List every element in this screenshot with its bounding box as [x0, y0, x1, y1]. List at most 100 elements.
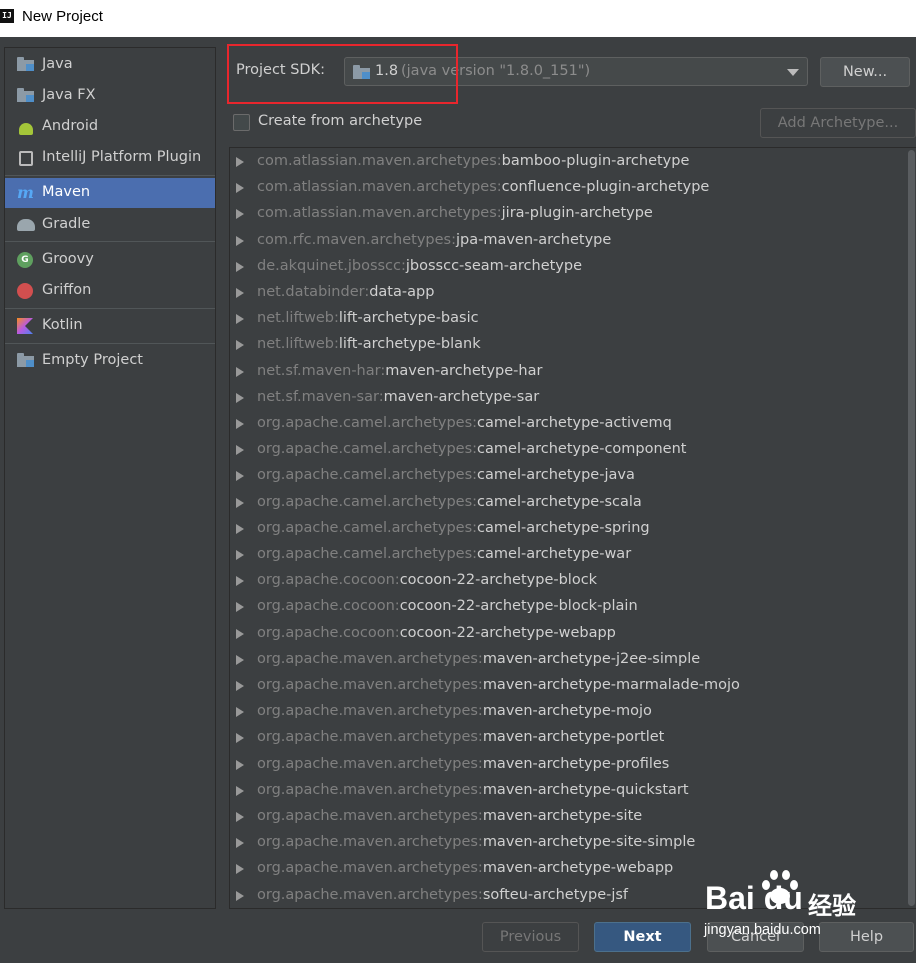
new-sdk-button[interactable]: New...	[820, 57, 910, 87]
list-item[interactable]: org.apache.maven.archetypes:maven-archet…	[230, 778, 906, 804]
expand-arrow-icon[interactable]	[236, 497, 244, 508]
archetype-group-id: org.apache.camel.archetypes:	[257, 441, 478, 458]
list-item[interactable]: org.apache.cocoon:cocoon-22-archetype-bl…	[230, 594, 906, 620]
expand-arrow-icon[interactable]	[236, 602, 244, 613]
list-item[interactable]: org.apache.camel.archetypes:camel-archet…	[230, 411, 906, 437]
sidebar-divider	[5, 308, 215, 309]
archetype-label: org.apache.camel.archetypes:camel-archet…	[257, 441, 686, 457]
expand-arrow-icon[interactable]	[236, 864, 244, 875]
list-item[interactable]: net.liftweb:lift-archetype-basic	[230, 306, 906, 332]
groovy-icon: G	[17, 252, 34, 268]
expand-arrow-icon[interactable]	[236, 576, 244, 587]
list-item[interactable]: com.atlassian.maven.archetypes:jira-plug…	[230, 201, 906, 227]
list-item[interactable]: net.sf.maven-sar:maven-archetype-sar	[230, 385, 906, 411]
list-item[interactable]: de.akquinet.jbosscc:jbosscc-seam-archety…	[230, 254, 906, 280]
archetype-artifact-id: maven-archetype-webapp	[482, 860, 674, 877]
expand-arrow-icon[interactable]	[236, 785, 244, 796]
list-item[interactable]: org.apache.camel.archetypes:camel-archet…	[230, 463, 906, 489]
expand-arrow-icon[interactable]	[236, 366, 244, 377]
list-item[interactable]: org.apache.maven.archetypes:maven-archet…	[230, 647, 906, 673]
expand-arrow-icon[interactable]	[236, 707, 244, 718]
list-item[interactable]: org.apache.maven.archetypes:maven-archet…	[230, 673, 906, 699]
expand-arrow-icon[interactable]	[236, 261, 244, 272]
archetype-artifact-id: maven-archetype-mojo	[482, 703, 652, 720]
archetype-artifact-id: lift-archetype-basic	[338, 310, 479, 327]
archetype-group-id: de.akquinet.jbosscc:	[257, 257, 406, 274]
sidebar-item-label: Kotlin	[42, 317, 83, 333]
expand-arrow-icon[interactable]	[236, 235, 244, 246]
expand-arrow-icon[interactable]	[236, 392, 244, 403]
expand-arrow-icon[interactable]	[236, 157, 244, 167]
archetype-group-id: org.apache.camel.archetypes:	[257, 519, 478, 536]
archetype-group-id: net.sf.maven-sar:	[257, 388, 384, 405]
archetype-group-id: net.liftweb:	[257, 310, 339, 327]
list-item[interactable]: org.apache.maven.archetypes:maven-archet…	[230, 725, 906, 751]
expand-arrow-icon[interactable]	[236, 681, 244, 691]
list-item[interactable]: org.apache.maven.archetypes:maven-archet…	[230, 752, 906, 778]
archetype-group-id: org.apache.cocoon:	[257, 624, 400, 641]
archetype-group-id: org.apache.camel.archetypes:	[257, 546, 478, 562]
sidebar-item-intellij-platform-plugin[interactable]: IntelliJ Platform Plugin	[5, 143, 215, 173]
archetype-list[interactable]: com.atlassian.maven.archetypes:bamboo-pl…	[229, 147, 916, 909]
list-item[interactable]: org.apache.camel.archetypes:camel-archet…	[230, 542, 906, 568]
sidebar-item-label: Griffon	[42, 282, 92, 298]
sidebar-item-gradle[interactable]: Gradle	[5, 210, 215, 240]
expand-arrow-icon[interactable]	[236, 209, 244, 220]
list-item[interactable]: org.apache.maven.archetypes:maven-archet…	[230, 830, 906, 856]
expand-arrow-icon[interactable]	[236, 838, 244, 849]
sidebar-item-empty-project[interactable]: Empty Project	[5, 346, 215, 376]
list-item[interactable]: org.apache.cocoon:cocoon-22-archetype-we…	[230, 621, 906, 647]
expand-arrow-icon[interactable]	[236, 314, 244, 325]
list-item[interactable]: net.liftweb:lift-archetype-blank	[230, 332, 906, 358]
list-item[interactable]: com.atlassian.maven.archetypes:bamboo-pl…	[230, 149, 906, 175]
scrollbar-thumb[interactable]	[908, 150, 915, 906]
previous-button[interactable]: Previous	[482, 922, 579, 952]
sidebar-item-maven[interactable]: m Maven	[5, 178, 215, 208]
list-item[interactable]: org.apache.camel.archetypes:camel-archet…	[230, 437, 906, 463]
archetype-group-id: org.apache.maven.archetypes:	[257, 755, 483, 772]
expand-arrow-icon[interactable]	[236, 523, 244, 534]
create-from-archetype-checkbox[interactable]	[233, 114, 250, 131]
archetype-group-id: org.apache.maven.archetypes:	[257, 650, 483, 667]
list-item[interactable]: org.apache.cocoon:cocoon-22-archetype-bl…	[230, 568, 906, 594]
create-from-archetype-label[interactable]: Create from archetype	[258, 113, 422, 129]
list-item[interactable]: com.atlassian.maven.archetypes:confluenc…	[230, 175, 906, 201]
archetype-label: org.apache.cocoon:cocoon-22-archetype-bl…	[257, 598, 638, 614]
expand-arrow-icon[interactable]	[236, 183, 244, 194]
sidebar-item-kotlin[interactable]: Kotlin	[5, 311, 215, 341]
expand-arrow-icon[interactable]	[236, 890, 244, 901]
list-item[interactable]: com.rfc.maven.archetypes:jpa-maven-arche…	[230, 228, 906, 254]
expand-arrow-icon[interactable]	[236, 733, 244, 744]
expand-arrow-icon[interactable]	[236, 654, 244, 665]
expand-arrow-icon[interactable]	[236, 550, 244, 560]
list-item[interactable]: org.apache.camel.archetypes:camel-archet…	[230, 490, 906, 516]
expand-arrow-icon[interactable]	[236, 340, 244, 351]
archetype-label: com.atlassian.maven.archetypes:bamboo-pl…	[257, 153, 689, 169]
archetype-artifact-id: camel-archetype-java	[477, 467, 635, 484]
sidebar-item-javafx[interactable]: Java FX	[5, 81, 215, 111]
list-item[interactable]: org.apache.maven.archetypes:maven-archet…	[230, 804, 906, 830]
sidebar-item-label: Groovy	[42, 251, 94, 267]
expand-arrow-icon[interactable]	[236, 288, 244, 298]
sidebar-item-griffon[interactable]: Griffon	[5, 276, 215, 306]
next-button[interactable]: Next	[594, 922, 691, 952]
list-item[interactable]: org.apache.camel.archetypes:camel-archet…	[230, 516, 906, 542]
archetype-label: org.apache.maven.archetypes:maven-archet…	[257, 756, 669, 772]
expand-arrow-icon[interactable]	[236, 471, 244, 482]
expand-arrow-icon[interactable]	[236, 628, 244, 639]
expand-arrow-icon[interactable]	[236, 445, 244, 456]
folder-icon	[17, 353, 34, 369]
add-archetype-button[interactable]: Add Archetype...	[760, 108, 916, 138]
expand-arrow-icon[interactable]	[236, 812, 244, 822]
list-item[interactable]: org.apache.maven.archetypes:maven-archet…	[230, 699, 906, 725]
expand-arrow-icon[interactable]	[236, 419, 244, 429]
sidebar-item-groovy[interactable]: G Groovy	[5, 245, 215, 275]
sidebar-divider	[5, 241, 215, 242]
expand-arrow-icon[interactable]	[236, 759, 244, 770]
list-item[interactable]: net.databinder:data-app	[230, 280, 906, 306]
android-icon	[17, 119, 34, 135]
list-item[interactable]: net.sf.maven-har:maven-archetype-har	[230, 359, 906, 385]
chevron-down-icon[interactable]	[787, 69, 799, 76]
sidebar-item-android[interactable]: Android	[5, 112, 215, 142]
sidebar-item-java[interactable]: Java	[5, 50, 215, 80]
